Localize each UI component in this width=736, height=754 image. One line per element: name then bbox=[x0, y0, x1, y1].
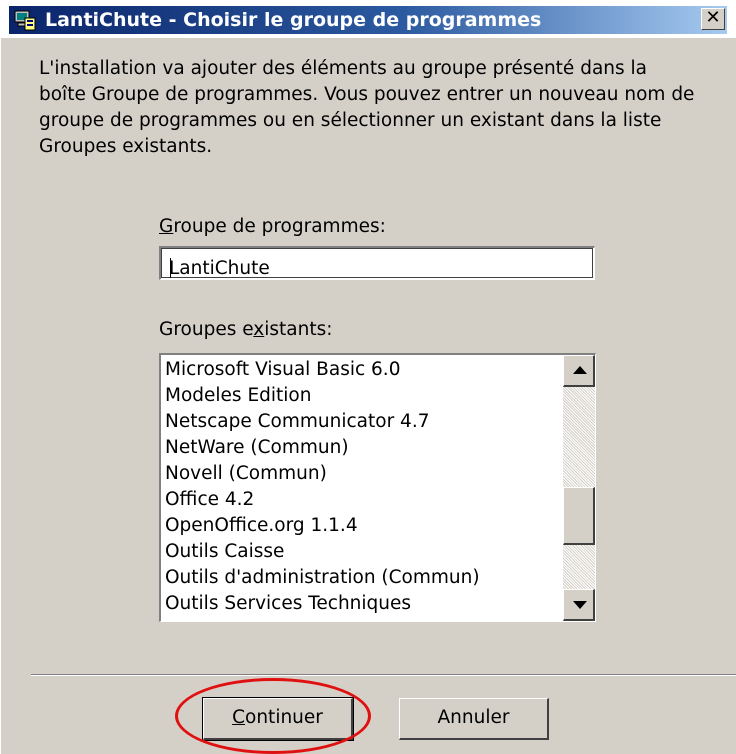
existing-groups-label-mnemonic: x bbox=[253, 319, 265, 340]
setup-computer-icon bbox=[13, 8, 37, 32]
list-item[interactable]: Outils Services Techniques bbox=[165, 591, 555, 617]
list-item[interactable]: NetWare (Commun) bbox=[165, 435, 555, 461]
list-item[interactable]: Outils Caisse bbox=[165, 539, 555, 565]
existing-groups-list: Microsoft Visual Basic 6.0 Modeles Editi… bbox=[165, 357, 555, 617]
vertical-scrollbar[interactable] bbox=[563, 355, 595, 621]
triangle-down-icon bbox=[573, 601, 587, 609]
existing-groups-label-rest: istants: bbox=[264, 319, 333, 340]
existing-groups-listbox[interactable]: Microsoft Visual Basic 6.0 Modeles Editi… bbox=[159, 353, 596, 622]
list-item[interactable]: Netscape Communicator 4.7 bbox=[165, 409, 555, 435]
separator bbox=[31, 674, 736, 676]
list-item[interactable]: OpenOffice.org 1.1.4 bbox=[165, 513, 555, 539]
list-item[interactable]: Office 4.2 bbox=[165, 487, 555, 513]
existing-groups-label: Groupes existants: bbox=[159, 318, 332, 342]
list-item[interactable]: Outils d'administration (Commun) bbox=[165, 565, 555, 591]
close-button[interactable]: ✕ bbox=[701, 8, 725, 30]
list-item[interactable]: Novell (Commun) bbox=[165, 461, 555, 487]
list-item[interactable]: Microsoft Visual Basic 6.0 bbox=[165, 357, 555, 383]
cancel-button[interactable]: Annuler bbox=[399, 698, 549, 740]
existing-groups-label-prefix: Groupes e bbox=[159, 319, 254, 340]
text-caret bbox=[170, 258, 171, 278]
list-item[interactable]: Modeles Edition bbox=[165, 383, 555, 409]
close-icon: ✕ bbox=[705, 7, 721, 28]
scroll-thumb[interactable] bbox=[563, 487, 595, 545]
title-bar-frame: LantiChute - Choisir le groupe de progra… bbox=[1, 0, 736, 38]
title-bar[interactable]: LantiChute - Choisir le groupe de progra… bbox=[9, 6, 727, 34]
intro-text: L'installation va ajouter des éléments a… bbox=[39, 58, 695, 157]
program-group-label-rest: roupe de programmes: bbox=[173, 216, 386, 237]
program-group-value: LantiChute bbox=[169, 258, 270, 279]
triangle-up-icon bbox=[573, 366, 587, 374]
program-group-input[interactable]: LantiChute bbox=[159, 246, 595, 280]
continue-mnemonic: C bbox=[232, 707, 246, 728]
setup-dialog: LantiChute - Choisir le groupe de progra… bbox=[0, 0, 736, 754]
continue-label: ontinuer bbox=[245, 707, 323, 728]
program-group-label: Groupe de programmes: bbox=[159, 215, 386, 239]
continue-button[interactable]: Continuer bbox=[202, 697, 354, 741]
program-group-label-mnemonic: G bbox=[159, 216, 174, 237]
window-title: LantiChute - Choisir le groupe de progra… bbox=[45, 9, 542, 31]
cancel-label: Annuler bbox=[437, 707, 510, 728]
scroll-down-button[interactable] bbox=[563, 589, 595, 621]
scroll-up-button[interactable] bbox=[563, 355, 595, 387]
